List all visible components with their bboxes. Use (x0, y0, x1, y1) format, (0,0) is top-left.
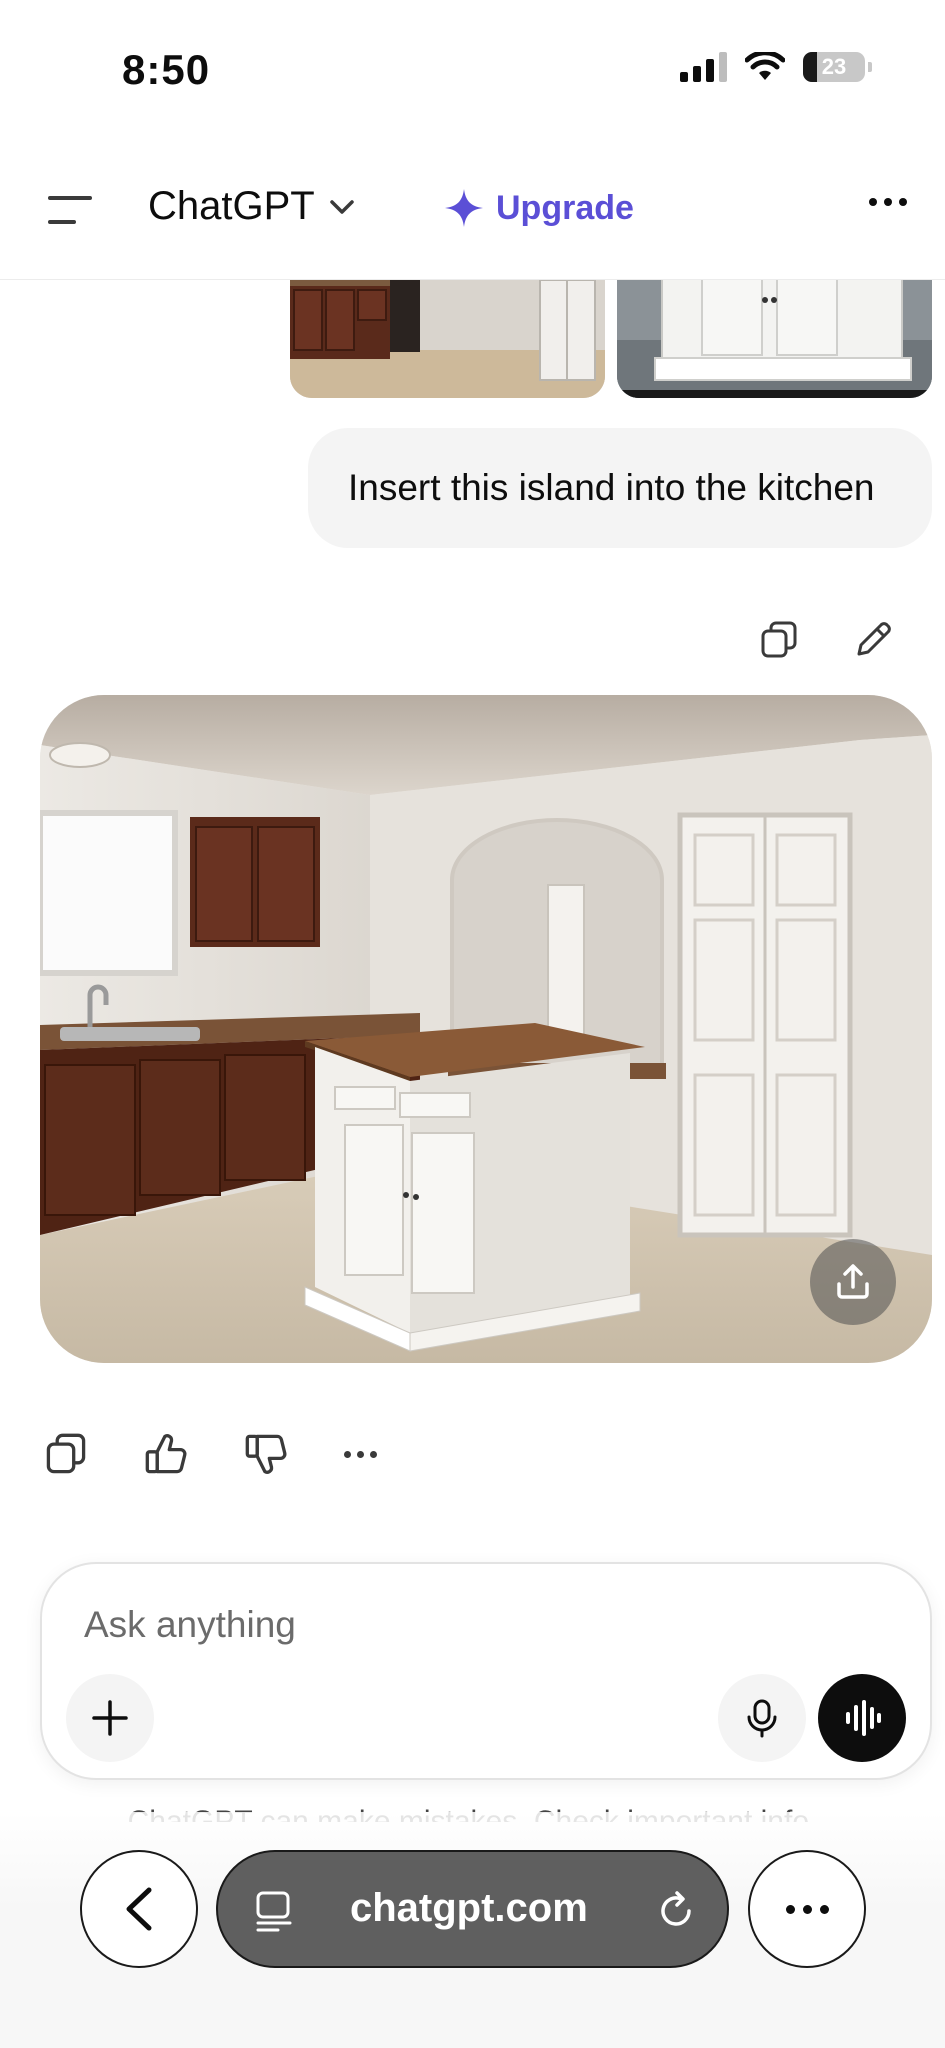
sparkle-icon (445, 189, 483, 227)
copy-icon[interactable] (759, 620, 799, 660)
url-text: chatgpt.com (350, 1886, 588, 1930)
plus-icon (92, 1700, 128, 1736)
battery-percent: 23 (821, 54, 847, 79)
thumbs-down-icon[interactable] (244, 1432, 288, 1476)
upgrade-label: Upgrade (496, 188, 634, 227)
dictate-button[interactable] (718, 1674, 806, 1762)
attached-image-island[interactable] (617, 280, 932, 398)
browser-back-button[interactable] (80, 1850, 198, 1968)
cellular-signal-icon (680, 52, 727, 82)
attached-image-kitchen[interactable] (290, 280, 605, 398)
model-name: ChatGPT (148, 184, 315, 228)
status-time: 8:50 (122, 46, 211, 93)
sidebar-menu-button[interactable] (48, 190, 98, 230)
app-header: ChatGPT Upgrade (0, 140, 945, 280)
share-image-button[interactable] (810, 1239, 896, 1325)
browser-toolbar: chatgpt.com (0, 1812, 945, 2048)
user-message-bubble: Insert this island into the kitchen (308, 428, 932, 548)
header-more-button[interactable] (869, 198, 907, 206)
generated-kitchen-image[interactable] (40, 695, 932, 1363)
url-bar[interactable]: chatgpt.com (216, 1850, 729, 1968)
model-selector[interactable]: ChatGPT (148, 184, 355, 229)
more-dots-icon[interactable] (344, 1450, 377, 1458)
microphone-icon (747, 1699, 777, 1738)
add-attachment-button[interactable] (66, 1674, 154, 1762)
island-thumbnail-illustration (617, 280, 932, 398)
voice-waveform-icon (846, 1700, 881, 1736)
status-bar: 8:50 23 (0, 0, 945, 140)
user-message-actions (759, 620, 893, 660)
upgrade-button[interactable]: Upgrade (444, 188, 634, 228)
browser-more-button[interactable] (748, 1850, 866, 1968)
wifi-icon (745, 52, 785, 80)
message-composer: Ask anything (40, 1562, 932, 1780)
response-actions (44, 1432, 377, 1476)
thumbs-up-icon[interactable] (144, 1432, 188, 1476)
kitchen-with-island-illustration (40, 695, 932, 1363)
status-icons: 23 (680, 52, 872, 82)
chevron-left-icon (126, 1887, 152, 1931)
battery-icon: 23 (803, 52, 872, 82)
reload-icon[interactable] (655, 1890, 697, 1932)
voice-mode-button[interactable] (818, 1674, 906, 1762)
share-upload-icon (837, 1264, 869, 1299)
chevron-down-icon (329, 199, 354, 214)
pencil-icon[interactable] (853, 620, 893, 660)
copy-icon[interactable] (44, 1432, 88, 1476)
kitchen-thumbnail-illustration (290, 280, 605, 398)
message-input[interactable]: Ask anything (84, 1604, 296, 1646)
reader-page-icon[interactable] (254, 1890, 298, 1934)
